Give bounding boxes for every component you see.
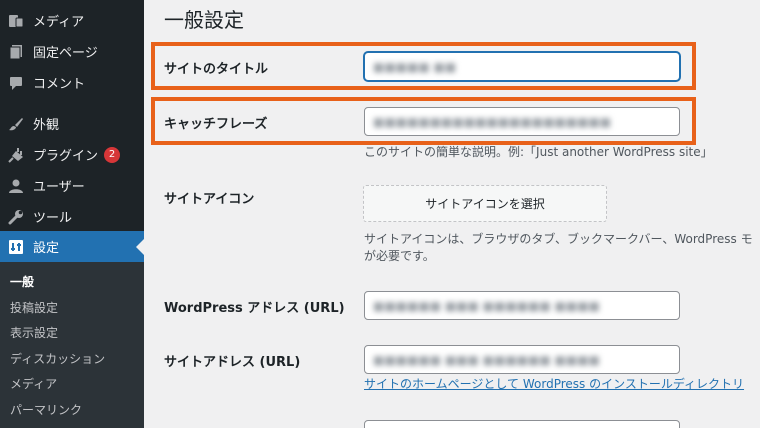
- site-title-input[interactable]: ■■■■■ ■■: [364, 52, 680, 81]
- sidebar-item-users[interactable]: ユーザー: [0, 170, 144, 201]
- submenu-item-reading[interactable]: 表示設定: [10, 324, 58, 341]
- sidebar-item-label: ユーザー: [33, 180, 85, 195]
- brush-icon: [8, 116, 24, 132]
- next-input[interactable]: [364, 420, 680, 428]
- site-address-input[interactable]: ■■■■■■ ■■■ ■■■■■■ ■■■■: [364, 345, 680, 374]
- site-icon-description-2: が必要です。: [364, 249, 435, 263]
- submenu-item-media[interactable]: メディア: [10, 375, 57, 392]
- sidebar-item-pages[interactable]: 固定ページ: [0, 36, 144, 67]
- comment-icon: [8, 75, 24, 91]
- site-address-label: サイトアドレス (URL): [164, 355, 301, 370]
- wordpress-address-input[interactable]: ■■■■■■ ■■■ ■■■■■■ ■■■■: [364, 291, 680, 320]
- sidebar-item-label: プラグイン: [33, 149, 99, 164]
- sidebar-item-label: 設定: [33, 241, 60, 256]
- tagline-description: このサイトの簡単な説明。例:「Just another WordPress si…: [364, 145, 713, 159]
- sidebar-item-label: コメント: [33, 77, 86, 92]
- sidebar-item-media[interactable]: メディア: [0, 5, 144, 36]
- sidebar-item-label: 外観: [33, 118, 60, 133]
- update-count-badge: 2: [104, 146, 121, 163]
- site-icon-description: サイトアイコンは、ブラウザのタブ、ブックマークバー、WordPress モ: [364, 232, 753, 246]
- site-address-help-link[interactable]: サイトのホームページとして WordPress のインストールディレクトリ: [364, 375, 744, 392]
- wordpress-address-label: WordPress アドレス (URL): [164, 301, 345, 316]
- wrench-icon: [8, 209, 24, 225]
- user-icon: [8, 178, 24, 194]
- sidebar-item-label: ツール: [33, 211, 73, 226]
- site-icon-label: サイトアイコン: [164, 192, 255, 207]
- tagline-input[interactable]: ■■■■■■■■■■■■■■■■■■■■■: [364, 107, 680, 136]
- submenu-item-writing[interactable]: 投稿設定: [10, 299, 58, 316]
- settings-icon: [8, 239, 24, 255]
- sidebar-item-comments[interactable]: コメント: [0, 67, 144, 98]
- tagline-label: キャッチフレーズ: [164, 117, 268, 132]
- blurred-value: ■■■■■■■■■■■■■■■■■■■■■: [373, 115, 612, 129]
- admin-sidebar: メディア 固定ページ コメント 外観 プラグイン 2 ユーザー ツール 設定 一…: [0, 0, 144, 428]
- sidebar-item-label: 固定ページ: [33, 46, 98, 61]
- sidebar-item-appearance[interactable]: 外観: [0, 108, 144, 139]
- submenu-item-discussion[interactable]: ディスカッション: [10, 350, 105, 367]
- media-icon: [8, 13, 24, 29]
- blurred-value: ■■■■■■ ■■■ ■■■■■■ ■■■■: [373, 299, 600, 313]
- sidebar-item-settings[interactable]: 設定: [0, 231, 144, 262]
- sidebar-item-label: メディア: [33, 15, 85, 30]
- plugin-icon: [8, 147, 24, 163]
- sidebar-item-plugins[interactable]: プラグイン 2: [0, 139, 144, 170]
- select-site-icon-button[interactable]: サイトアイコンを選択: [363, 185, 607, 222]
- page-icon: [8, 44, 24, 60]
- page-title: 一般設定: [164, 8, 244, 32]
- sidebar-item-tools[interactable]: ツール: [0, 201, 144, 232]
- blurred-value: ■■■■■■ ■■■ ■■■■■■ ■■■■: [373, 353, 600, 367]
- submenu-item-permalinks[interactable]: パーマリンク: [10, 401, 82, 418]
- settings-submenu: 一般 投稿設定 表示設定 ディスカッション メディア パーマリンク: [0, 262, 144, 428]
- blurred-value: ■■■■■ ■■: [373, 60, 457, 74]
- submenu-item-general[interactable]: 一般: [10, 273, 34, 290]
- site-title-label: サイトのタイトル: [164, 62, 269, 77]
